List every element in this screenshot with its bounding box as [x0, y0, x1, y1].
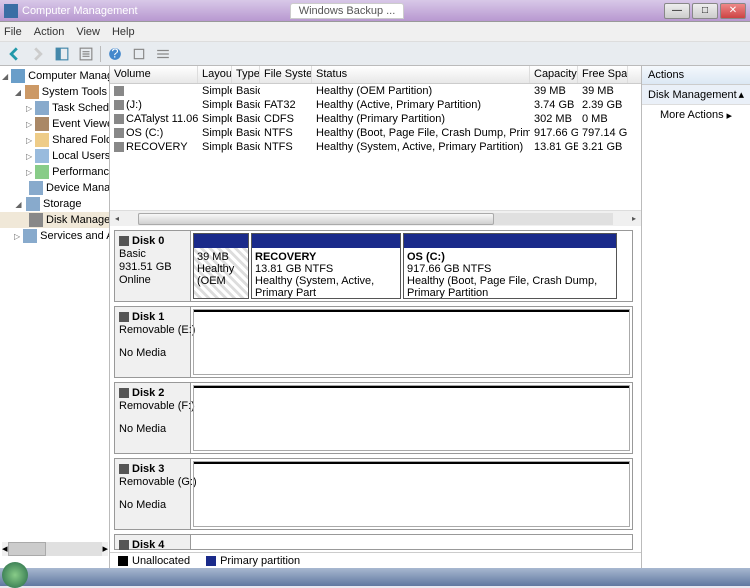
volume-icon [114, 142, 124, 152]
partition-empty[interactable] [193, 461, 630, 527]
tree-services[interactable]: ▷Services and Applicati [0, 228, 109, 244]
maximize-button[interactable]: □ [692, 3, 718, 19]
volume-icon [114, 86, 124, 96]
actions-header: Actions [642, 66, 750, 85]
start-button[interactable] [2, 562, 28, 588]
disk-row[interactable]: Disk 0Basic931.51 GBOnline39 MBHealthy (… [114, 230, 633, 302]
tree-root[interactable]: ◢Computer Management [0, 68, 109, 84]
folder-icon [35, 133, 49, 147]
disk-label: Disk 3Removable (G:)No Media [115, 459, 191, 529]
window-title: Computer Management [22, 5, 282, 17]
computer-icon [11, 69, 25, 83]
perf-icon [35, 165, 49, 179]
menu-help[interactable]: Help [112, 26, 135, 38]
nav-tree: ◢Computer Management ◢System Tools ▷Task… [0, 66, 110, 568]
disk-label: Disk 2Removable (F:)No Media [115, 383, 191, 453]
col-free[interactable]: Free Space [578, 66, 628, 83]
volume-icon [114, 100, 124, 110]
volume-header: Volume Layout Type File System Status Ca… [110, 66, 641, 84]
close-button[interactable]: ✕ [720, 3, 746, 19]
collapse-icon[interactable]: ◢ [2, 72, 8, 81]
partition[interactable]: RECOVERY13.81 GB NTFSHealthy (System, Ac… [251, 233, 401, 299]
show-hide-tree-button[interactable] [52, 45, 72, 63]
tree-disk-management[interactable]: Disk Management [0, 212, 109, 228]
tree-task-scheduler[interactable]: ▷Task Scheduler [0, 100, 109, 116]
col-type[interactable]: Type [232, 66, 260, 83]
volume-row[interactable]: RECOVERYSimpleBasicNTFSHealthy (System, … [110, 140, 641, 154]
collapse-icon[interactable]: ◢ [14, 200, 23, 209]
collapse-icon[interactable]: ◢ [14, 88, 22, 97]
col-capacity[interactable]: Capacity [530, 66, 578, 83]
menu-action[interactable]: Action [34, 26, 65, 38]
volume-row[interactable]: OS (C:)SimpleBasicNTFSHealthy (Boot, Pag… [110, 126, 641, 140]
titlebar: Computer Management Windows Backup ... —… [0, 0, 750, 22]
tree-scrollbar[interactable]: ◂▸ [2, 542, 108, 556]
menubar: File Action View Help [0, 22, 750, 42]
event-icon [35, 117, 49, 131]
volume-icon [114, 114, 124, 124]
legend-primary-swatch [206, 556, 216, 566]
disk-row[interactable]: Disk 2Removable (F:)No Media [114, 382, 633, 454]
help-button[interactable]: ? [105, 45, 125, 63]
refresh-button[interactable] [76, 45, 96, 63]
forward-button[interactable] [28, 45, 48, 63]
actions-section[interactable]: Disk Management▴ [642, 85, 750, 105]
disk-label: Disk 1Removable (E:)No Media [115, 307, 191, 377]
browser-tab[interactable]: Windows Backup ... [290, 3, 405, 19]
tree-shared-folders[interactable]: ▷Shared Folders [0, 132, 109, 148]
volume-scrollbar[interactable]: ◂▸ [110, 210, 641, 226]
disk-row[interactable]: Disk 1Removable (E:)No Media [114, 306, 633, 378]
actions-more[interactable]: More Actions▸ [642, 105, 750, 125]
storage-icon [26, 197, 40, 211]
tree-system-tools[interactable]: ◢System Tools [0, 84, 109, 100]
collapse-icon[interactable]: ▴ [738, 88, 744, 101]
tree-event-viewer[interactable]: ▷Event Viewer [0, 116, 109, 132]
chevron-right-icon: ▸ [726, 109, 732, 122]
col-status[interactable]: Status [312, 66, 530, 83]
disk-graphical-view: Disk 0Basic931.51 GBOnline39 MBHealthy (… [110, 226, 641, 552]
actions-pane: Actions Disk Management▴ More Actions▸ [642, 66, 750, 568]
partition[interactable]: OS (C:)917.66 GB NTFSHealthy (Boot, Page… [403, 233, 617, 299]
volume-row[interactable]: (J:)SimpleBasicFAT32Healthy (Active, Pri… [110, 98, 641, 112]
list-button[interactable] [153, 45, 173, 63]
col-fs[interactable]: File System [260, 66, 312, 83]
clock-icon [35, 101, 49, 115]
disk-label: Disk 0Basic931.51 GBOnline [115, 231, 191, 301]
disk-row[interactable]: Disk 3Removable (G:)No Media [114, 458, 633, 530]
taskbar[interactable] [0, 568, 750, 586]
col-layout[interactable]: Layout [198, 66, 232, 83]
volume-row[interactable]: CATalyst 11.06 (D:)SimpleBasicCDFSHealth… [110, 112, 641, 126]
col-volume[interactable]: Volume [110, 66, 198, 83]
device-icon [29, 181, 43, 195]
volume-list: Volume Layout Type File System Status Ca… [110, 66, 641, 226]
tree-storage[interactable]: ◢Storage [0, 196, 109, 212]
disk-icon [29, 213, 43, 227]
volume-row[interactable]: SimpleBasicHealthy (OEM Partition)39 MB3… [110, 84, 641, 98]
back-button[interactable] [4, 45, 24, 63]
partition-empty[interactable] [193, 385, 630, 451]
services-icon [23, 229, 37, 243]
partition-empty[interactable] [193, 309, 630, 375]
volume-icon [114, 128, 124, 138]
tree-performance[interactable]: ▷Performance [0, 164, 109, 180]
disk-row[interactable]: Disk 4 [114, 534, 633, 550]
legend-unallocated-swatch [118, 556, 128, 566]
users-icon [35, 149, 49, 163]
app-icon [4, 4, 18, 18]
toolbar: ? [0, 42, 750, 66]
minimize-button[interactable]: — [664, 3, 690, 19]
tree-local-users[interactable]: ▷Local Users and Gr [0, 148, 109, 164]
menu-view[interactable]: View [76, 26, 100, 38]
menu-file[interactable]: File [4, 26, 22, 38]
tools-icon [25, 85, 39, 99]
disk-label: Disk 4 [115, 535, 191, 549]
legend: Unallocated Primary partition [110, 552, 641, 568]
partition[interactable]: 39 MBHealthy (OEM [193, 233, 249, 299]
tree-device-manager[interactable]: Device Manager [0, 180, 109, 196]
svg-text:?: ? [111, 47, 118, 61]
properties-button[interactable] [129, 45, 149, 63]
